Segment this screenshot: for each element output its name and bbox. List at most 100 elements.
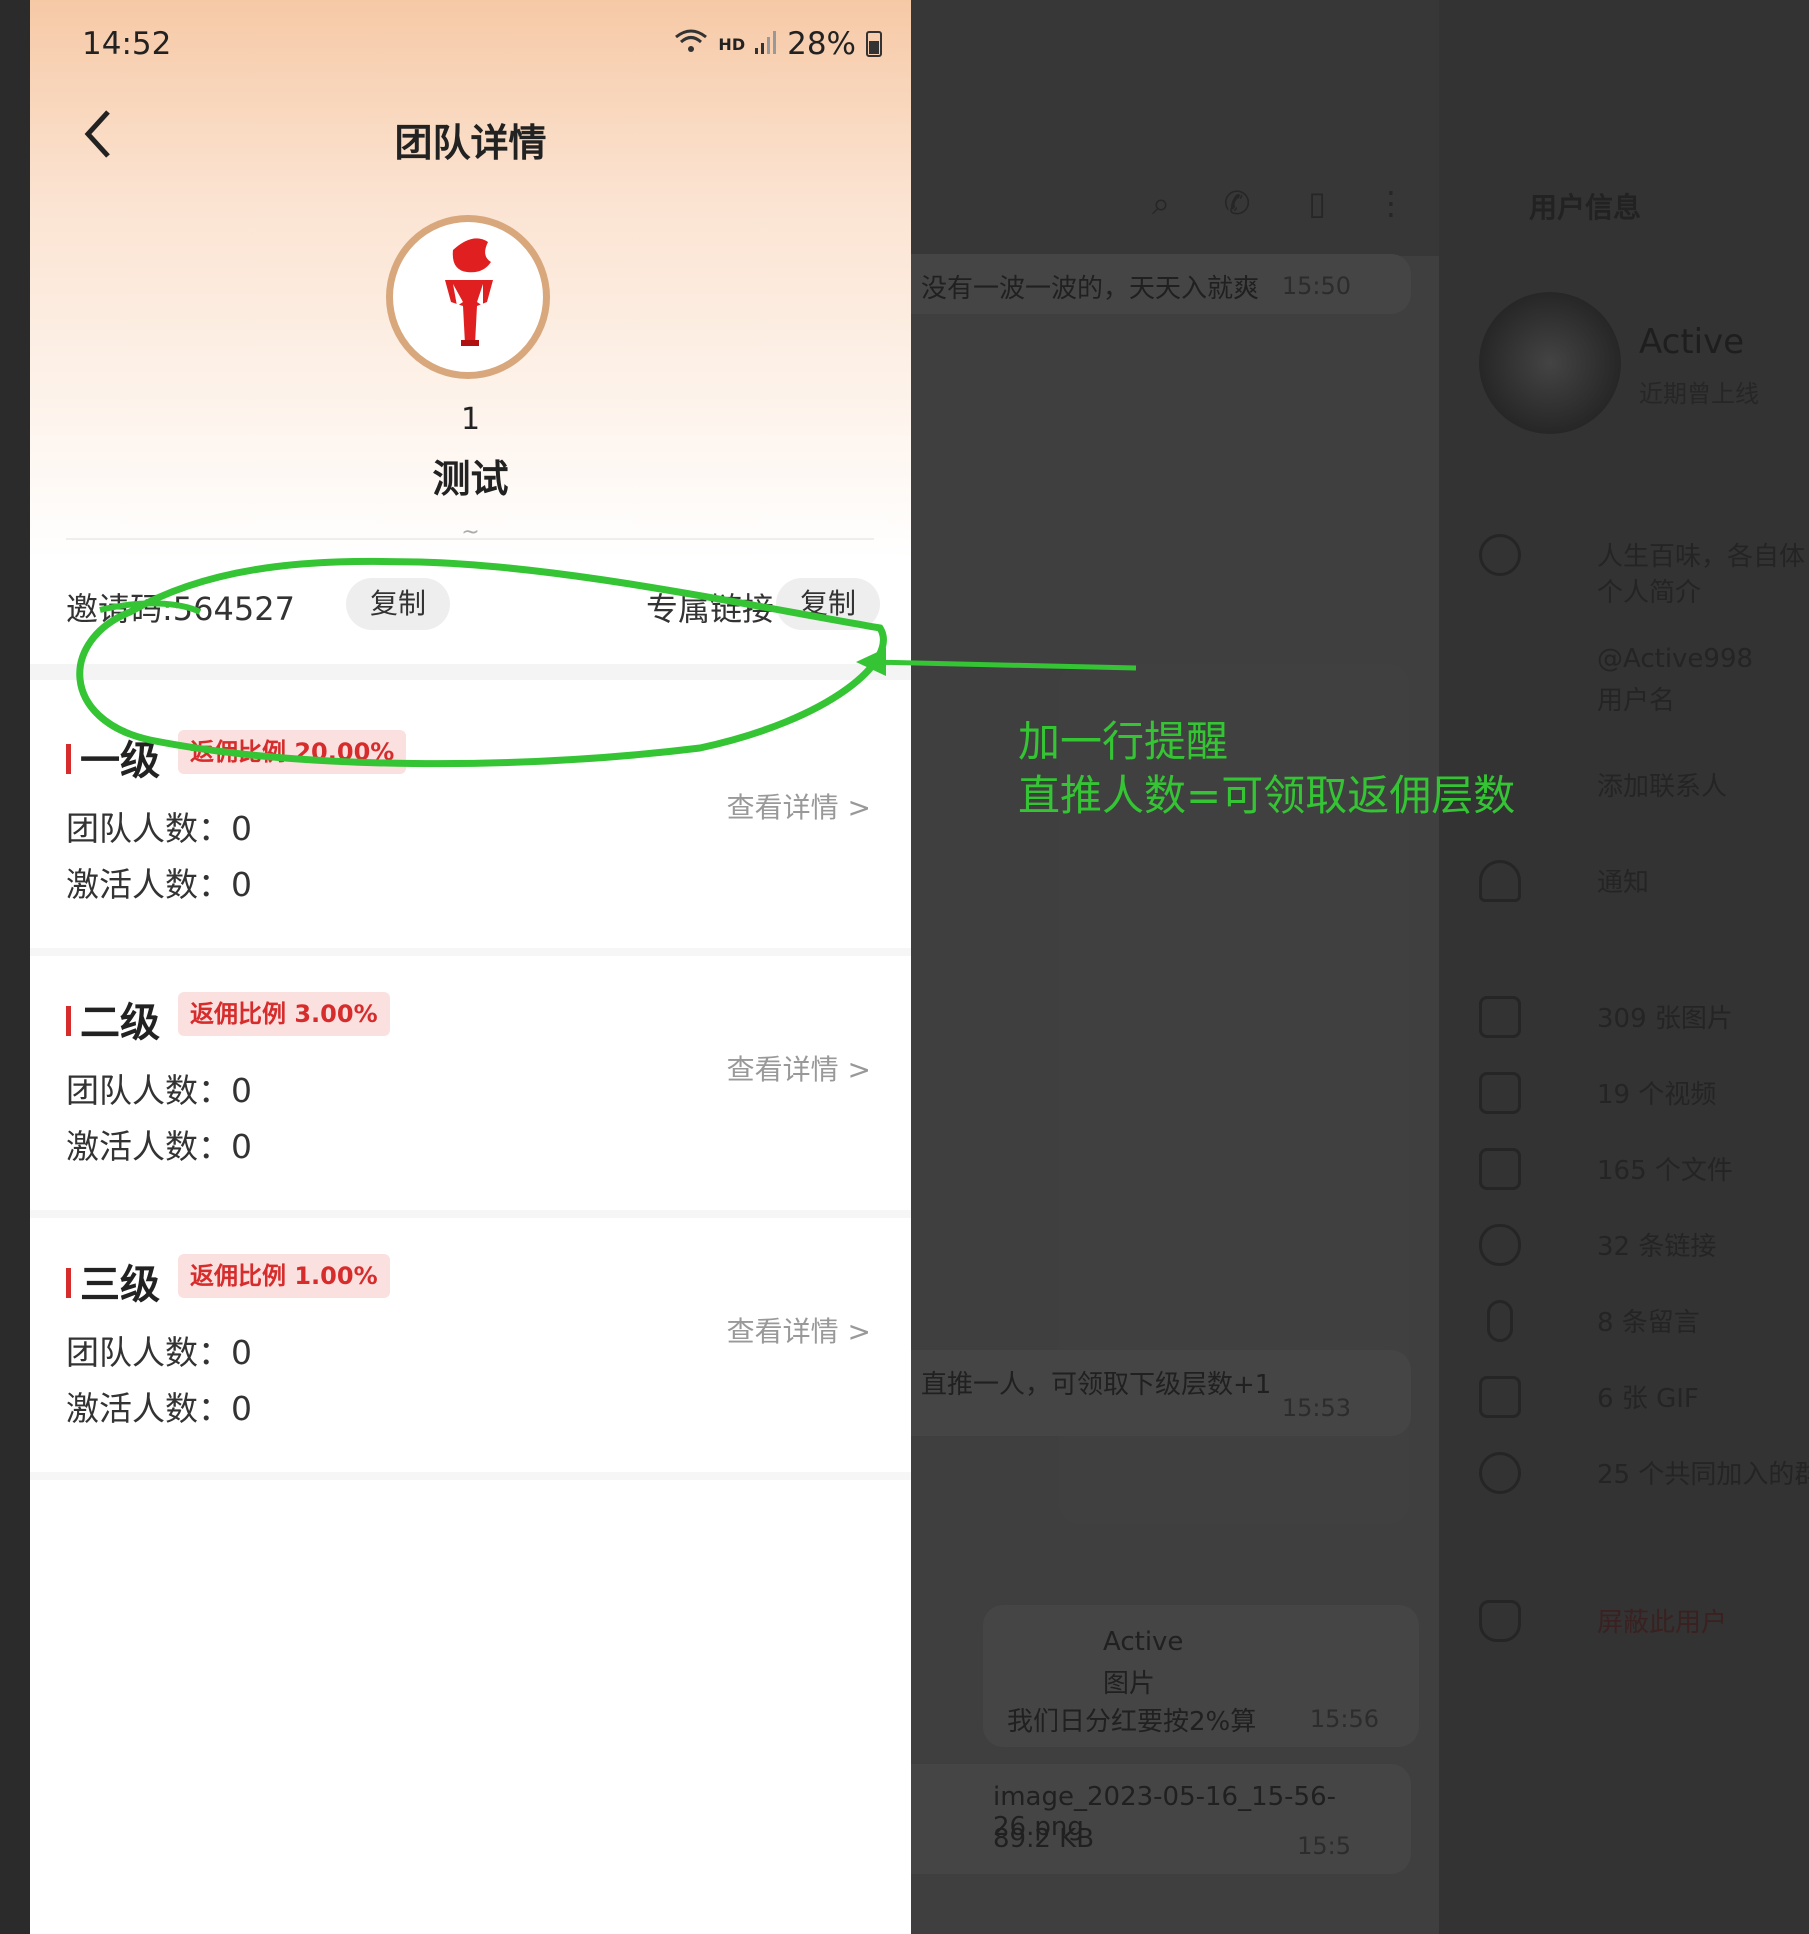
media-row-links[interactable]: 32 条链接 [1479, 1216, 1809, 1276]
search-icon[interactable]: ⌕ [1141, 184, 1181, 224]
level-card-1: 一级 返佣比例 20.00% 团队人数：0 激活人数：0 查看详情 > [30, 700, 911, 956]
view-details-link[interactable]: 查看详情 > [727, 1310, 871, 1350]
media-row-gifs[interactable]: 6 张 GIF [1479, 1368, 1809, 1428]
media-row-groups[interactable]: 25 个共同加入的群 [1479, 1444, 1809, 1504]
exclusive-link-label: 专属链接 [646, 590, 775, 628]
media-label: 19 个视频 [1597, 1080, 1717, 1110]
active-count: 激活人数：0 [66, 1127, 252, 1166]
bio-label: 个人简介 [1597, 578, 1702, 608]
phone-screen: 14:52 HD 28% 团队详情 1 测试 ~ 邀请码:564527 复制 专… [30, 0, 911, 1934]
user-info-panel: 用户信息 Active 近期曾上线 人生百味，各自体 个人简介 @Active9… [1439, 0, 1809, 1934]
media-row-voice[interactable]: 8 条留言 [1479, 1292, 1809, 1352]
media-label: 8 条留言 [1597, 1308, 1700, 1338]
add-contact-button[interactable]: 添加联系人 [1479, 756, 1809, 816]
status-time: 14:52 [82, 26, 172, 62]
media-row-files[interactable]: 165 个文件 [1479, 1140, 1809, 1200]
signal-icon [755, 26, 777, 62]
message-time: 15:56 [1309, 1705, 1379, 1733]
chat-message: 没有一波一波的，天天入就爽 15:50 [911, 254, 1411, 314]
bio-row: 人生百味，各自体 个人简介 [1479, 526, 1809, 608]
divider [30, 1210, 911, 1218]
divider [66, 538, 874, 540]
media-label: 309 张图片 [1597, 1004, 1733, 1034]
team-count: 团队人数：0 [66, 1071, 252, 1110]
copy-link-button[interactable]: 复制 [775, 578, 880, 630]
phone-icon[interactable]: ✆ [1217, 184, 1257, 224]
team-name: 测试 [432, 457, 509, 501]
media-row-videos[interactable]: 19 个视频 [1479, 1064, 1809, 1124]
image-icon [1479, 996, 1521, 1038]
chat-message: Active 图片 我们日分红要按2%算 15:56 [983, 1605, 1419, 1747]
divider [30, 1472, 911, 1480]
avatar [1479, 292, 1621, 434]
bio-text: 人生百味，各自体 [1597, 542, 1806, 572]
level-card-3: 三级 返佣比例 1.00% 团队人数：0 激活人数：0 查看详情 > [30, 1224, 911, 1480]
sidebar-toggle-icon[interactable]: ▯ [1297, 184, 1337, 224]
more-icon[interactable]: ⋮ [1371, 184, 1411, 224]
media-label: 6 张 GIF [1597, 1384, 1699, 1414]
status-bar: 14:52 HD 28% [82, 26, 882, 66]
rate-badge: 返佣比例 1.00% [178, 1254, 390, 1298]
notify-label: 通知 [1597, 868, 1650, 898]
message-text: 直推一人，可领取下级层数+1 [921, 1370, 1272, 1400]
wifi-icon [674, 26, 708, 62]
view-details-link[interactable]: 查看详情 > [727, 786, 871, 826]
rate-badge: 返佣比例 3.00% [178, 992, 390, 1036]
bell-icon [1479, 860, 1521, 902]
hand-icon [1479, 1600, 1521, 1642]
page-title: 团队详情 [394, 121, 547, 165]
team-avatar [386, 215, 550, 379]
team-id: 1 [460, 402, 481, 437]
mic-icon [1487, 1300, 1513, 1342]
info-icon [1479, 534, 1521, 576]
video-icon [1479, 1072, 1521, 1114]
section-band [30, 664, 911, 680]
file-message[interactable]: image_2023-05-16_15-56-26.png 89.2 KB 15… [911, 1764, 1411, 1874]
media-label: 25 个共同加入的群 [1597, 1460, 1809, 1490]
message-text: 没有一波一波的，天天入就爽 [921, 274, 1260, 304]
username-text: @Active998 [1597, 644, 1754, 674]
message-time: 15:53 [1281, 1394, 1351, 1422]
decor-tilde: ~ [461, 520, 480, 545]
invite-code: 邀请码:564527 [66, 590, 295, 628]
user-status: 近期曾上线 [1639, 380, 1759, 408]
username-label: 用户名 [1597, 686, 1676, 716]
level-marker [66, 1006, 71, 1036]
screenshot: { "status_bar": {"time": "14:52", "hd": … [0, 0, 1809, 1934]
hd-icon: HD [718, 34, 746, 54]
group-icon [1479, 1452, 1521, 1494]
battery-icon [866, 31, 882, 57]
block-user-button[interactable]: 屏蔽此用户 [1479, 1592, 1809, 1652]
link-icon [1479, 1224, 1521, 1266]
media-label: 165 个文件 [1597, 1156, 1733, 1186]
annotation-note-2: 直推人数=可领取返佣层数 [1018, 771, 1516, 820]
battery-percent: 28% [787, 26, 856, 62]
level-card-2: 二级 返佣比例 3.00% 团队人数：0 激活人数：0 查看详情 > [30, 962, 911, 1218]
notify-row[interactable]: 通知 [1479, 852, 1809, 912]
media-row-images[interactable]: 309 张图片 [1479, 988, 1809, 1048]
rate-badge: 返佣比例 20.00% [178, 730, 407, 774]
team-count: 团队人数：0 [66, 1333, 252, 1372]
view-details-link[interactable]: 查看详情 > [727, 1048, 871, 1088]
invite-row: 邀请码:564527 复制 专属链接 复制 [66, 578, 880, 634]
status-icons: HD 28% [674, 26, 882, 62]
block-label: 屏蔽此用户 [1597, 1608, 1728, 1638]
gif-icon [1479, 1376, 1521, 1418]
desktop-chat-window: ⌕ ✆ ▯ ⋮ 没有一波一波的，天天入就爽 15:50 直推一人，可领取下级层数… [911, 0, 1809, 1934]
panel-title: 用户信息 [1529, 191, 1642, 224]
chat-message: 直推一人，可领取下级层数+1 15:53 [911, 1350, 1411, 1436]
active-count: 激活人数：0 [66, 1389, 252, 1428]
torch-logo-icon [445, 238, 493, 346]
username-row[interactable]: @Active998 用户名 [1479, 634, 1809, 716]
copy-code-button[interactable]: 复制 [346, 578, 451, 630]
file-size: 89.2 KB [993, 1824, 1095, 1854]
message-time: 15:50 [1281, 272, 1351, 300]
level-marker [66, 744, 71, 774]
active-count: 激活人数：0 [66, 865, 252, 904]
media-label: 32 条链接 [1597, 1232, 1717, 1262]
team-count: 团队人数：0 [66, 809, 252, 848]
level-name: 二级 [80, 1000, 160, 1046]
level-name: 一级 [80, 738, 160, 784]
user-name: Active [1639, 322, 1745, 362]
message-text: 我们日分红要按2%算 [1007, 1707, 1257, 1737]
